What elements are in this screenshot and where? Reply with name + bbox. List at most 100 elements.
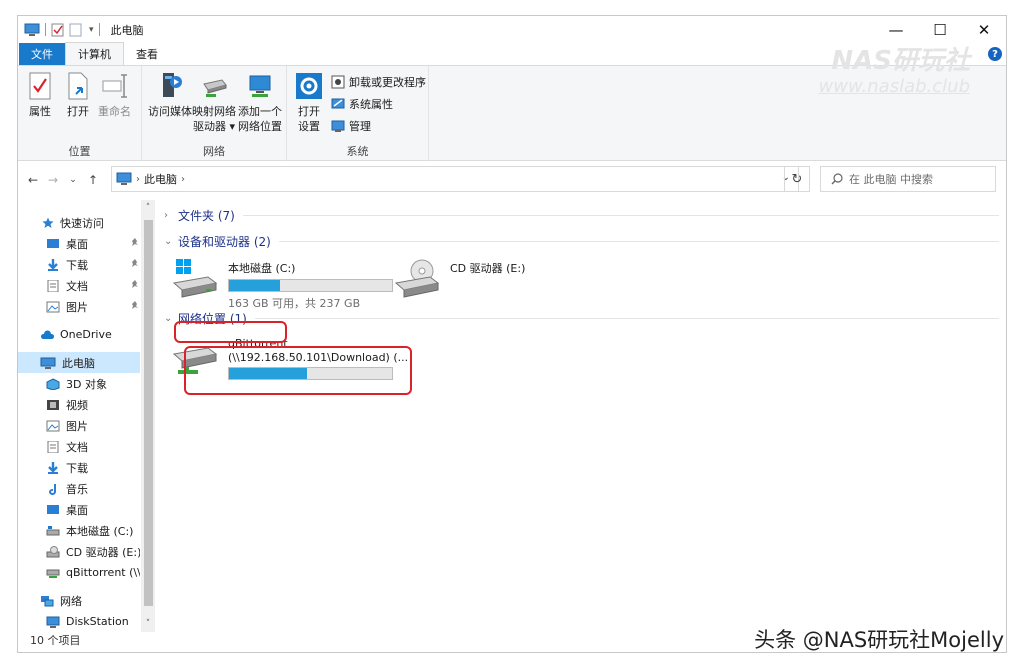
network-drive-icon	[203, 79, 227, 97]
tab-view[interactable]: 查看	[124, 43, 170, 65]
nav-pictures[interactable]: 图片	[46, 296, 140, 317]
nav-pc-pictures[interactable]: 图片	[46, 415, 140, 436]
recent-locations-button[interactable]: ⌄	[64, 170, 82, 190]
star-icon	[42, 217, 54, 228]
open-button[interactable]: 打开	[66, 72, 90, 119]
nav-downloads[interactable]: 下载	[46, 254, 140, 275]
drive-e[interactable]: CD 驱动器 (E:)	[394, 257, 525, 301]
drive-c[interactable]: 本地磁盘 (C:) 163 GB 可用，共 237 GB	[172, 257, 393, 311]
group-header-devices[interactable]: ⌄ 设备和驱动器 (2)	[164, 231, 999, 251]
nav-3d-objects[interactable]: 3D 对象	[46, 373, 140, 394]
navigation-pane: 快速访问 桌面 下载 文档 图片 OneDrive 此电脑 3D 对象 视频 图…	[18, 200, 154, 630]
hard-drive-icon	[46, 525, 60, 535]
nav-qbittorrent[interactable]: qBittorrent (\\1	[46, 562, 140, 583]
nav-label: 桌面	[66, 503, 88, 517]
address-bar[interactable]: › 此电脑 › ⌄	[111, 166, 799, 192]
highlight-box-network-header	[174, 321, 287, 343]
properties-button[interactable]: 属性	[28, 72, 52, 119]
document-icon	[47, 279, 59, 292]
refresh-button[interactable]: ↻	[784, 166, 810, 192]
scroll-down-arrow-icon[interactable]: ˅	[141, 616, 155, 632]
nav-network[interactable]: 网络	[40, 590, 140, 611]
nav-cd-drive-e[interactable]: CD 驱动器 (E:)	[46, 541, 140, 562]
pin-icon[interactable]	[130, 237, 140, 247]
breadcrumb-separator[interactable]: ›	[181, 174, 185, 185]
nav-this-pc[interactable]: 此电脑	[18, 352, 140, 373]
nav-label: 下载	[66, 258, 88, 272]
window-controls: — ☐ ✕	[874, 16, 1006, 43]
map-network-drive-button[interactable]: 映射网络 驱动器 ▾	[192, 72, 236, 134]
computer-icon	[116, 172, 132, 185]
status-item-count: 10 个项目	[30, 634, 81, 647]
nav-pc-downloads[interactable]: 下载	[46, 457, 140, 478]
nav-label: 图片	[66, 300, 88, 314]
tab-computer[interactable]: 计算机	[65, 42, 124, 65]
nav-quick-access[interactable]: 快速访问	[42, 212, 140, 233]
computer-icon	[24, 23, 40, 36]
picture-icon	[46, 420, 60, 431]
programs-icon	[331, 75, 345, 89]
scroll-thumb[interactable]	[144, 220, 153, 606]
drive-name: CD 驱动器 (E:)	[450, 262, 526, 275]
nav-scrollbar[interactable]: ˄ ˅	[141, 200, 155, 632]
access-media-button[interactable]: 访问媒体	[148, 72, 192, 119]
search-placeholder: 在 此电脑 中搜索	[849, 173, 933, 186]
maximize-button[interactable]: ☐	[918, 16, 962, 43]
group-divider	[278, 240, 999, 242]
nav-desktop[interactable]: 桌面	[46, 233, 140, 254]
group-header-folders[interactable]: › 文件夹 (7)	[164, 205, 999, 225]
breadcrumb-separator[interactable]: ›	[136, 174, 140, 185]
scroll-up-arrow-icon[interactable]: ˄	[141, 200, 155, 216]
nav-videos[interactable]: 视频	[46, 394, 140, 415]
network-icon	[41, 595, 54, 606]
divider	[98, 23, 100, 36]
properties-icon[interactable]	[51, 23, 65, 37]
customize-toolbar-icon[interactable]: ▾	[89, 25, 94, 35]
desktop-icon	[47, 504, 59, 514]
watermark: NAS研玩社 www.naslab.club	[819, 48, 970, 100]
system-properties-button[interactable]: 系统属性	[331, 96, 393, 112]
up-button[interactable]: ↑	[84, 170, 102, 190]
nav-label: 文档	[66, 279, 88, 293]
minimize-button[interactable]: —	[874, 16, 918, 43]
nav-local-disk-c[interactable]: 本地磁盘 (C:)	[46, 520, 140, 541]
pin-icon[interactable]	[130, 300, 140, 310]
uninstall-program-button[interactable]: 卸载或更改程序	[331, 74, 426, 90]
rename-button[interactable]: 重命名	[98, 72, 131, 119]
pin-icon[interactable]	[130, 258, 140, 268]
nav-label: OneDrive	[60, 328, 112, 341]
close-button[interactable]: ✕	[962, 16, 1006, 43]
nav-pc-desktop[interactable]: 桌面	[46, 499, 140, 520]
search-icon	[831, 173, 843, 185]
group-divider	[242, 214, 999, 216]
group-label-location: 位置	[68, 145, 91, 158]
group-title: 文件夹 (7)	[178, 208, 235, 223]
help-button[interactable]: ?	[988, 47, 1002, 61]
uninstall-program-label: 卸载或更改程序	[349, 76, 426, 89]
music-note-icon	[49, 483, 56, 495]
explorer-window: ▾ 此电脑 — ☐ ✕ 文件 计算机 查看 ? 属性 打开 重命名 位置 访问媒…	[17, 15, 1007, 653]
tab-file[interactable]: 文件	[19, 43, 65, 65]
media-server-icon	[163, 73, 182, 97]
forward-button[interactable]: →	[44, 170, 62, 190]
search-box[interactable]: 在 此电脑 中搜索	[820, 166, 996, 192]
open-settings-button[interactable]: 打开 设置	[295, 72, 323, 134]
pin-icon[interactable]	[130, 279, 140, 289]
back-button[interactable]: ←	[24, 170, 42, 190]
nav-documents[interactable]: 文档	[46, 275, 140, 296]
nav-music[interactable]: 音乐	[46, 478, 140, 499]
download-arrow-icon	[48, 258, 58, 271]
drive-usage-bar	[228, 279, 393, 292]
manage-button[interactable]: 管理	[331, 118, 371, 134]
system-properties-icon	[331, 98, 345, 109]
new-folder-icon[interactable]	[69, 23, 83, 37]
nav-diskstation[interactable]: DiskStation	[46, 611, 140, 632]
nav-onedrive[interactable]: OneDrive	[40, 324, 140, 345]
group-header-network[interactable]: ⌄ 网络位置 (1)	[164, 308, 999, 328]
open-label: 打开	[67, 105, 89, 118]
add-network-location-button[interactable]: 添加一个 网络位置	[238, 72, 282, 134]
nav-pc-documents[interactable]: 文档	[46, 436, 140, 457]
breadcrumb-this-pc[interactable]: 此电脑	[144, 171, 177, 187]
divider	[45, 23, 46, 36]
open-icon	[68, 72, 88, 100]
